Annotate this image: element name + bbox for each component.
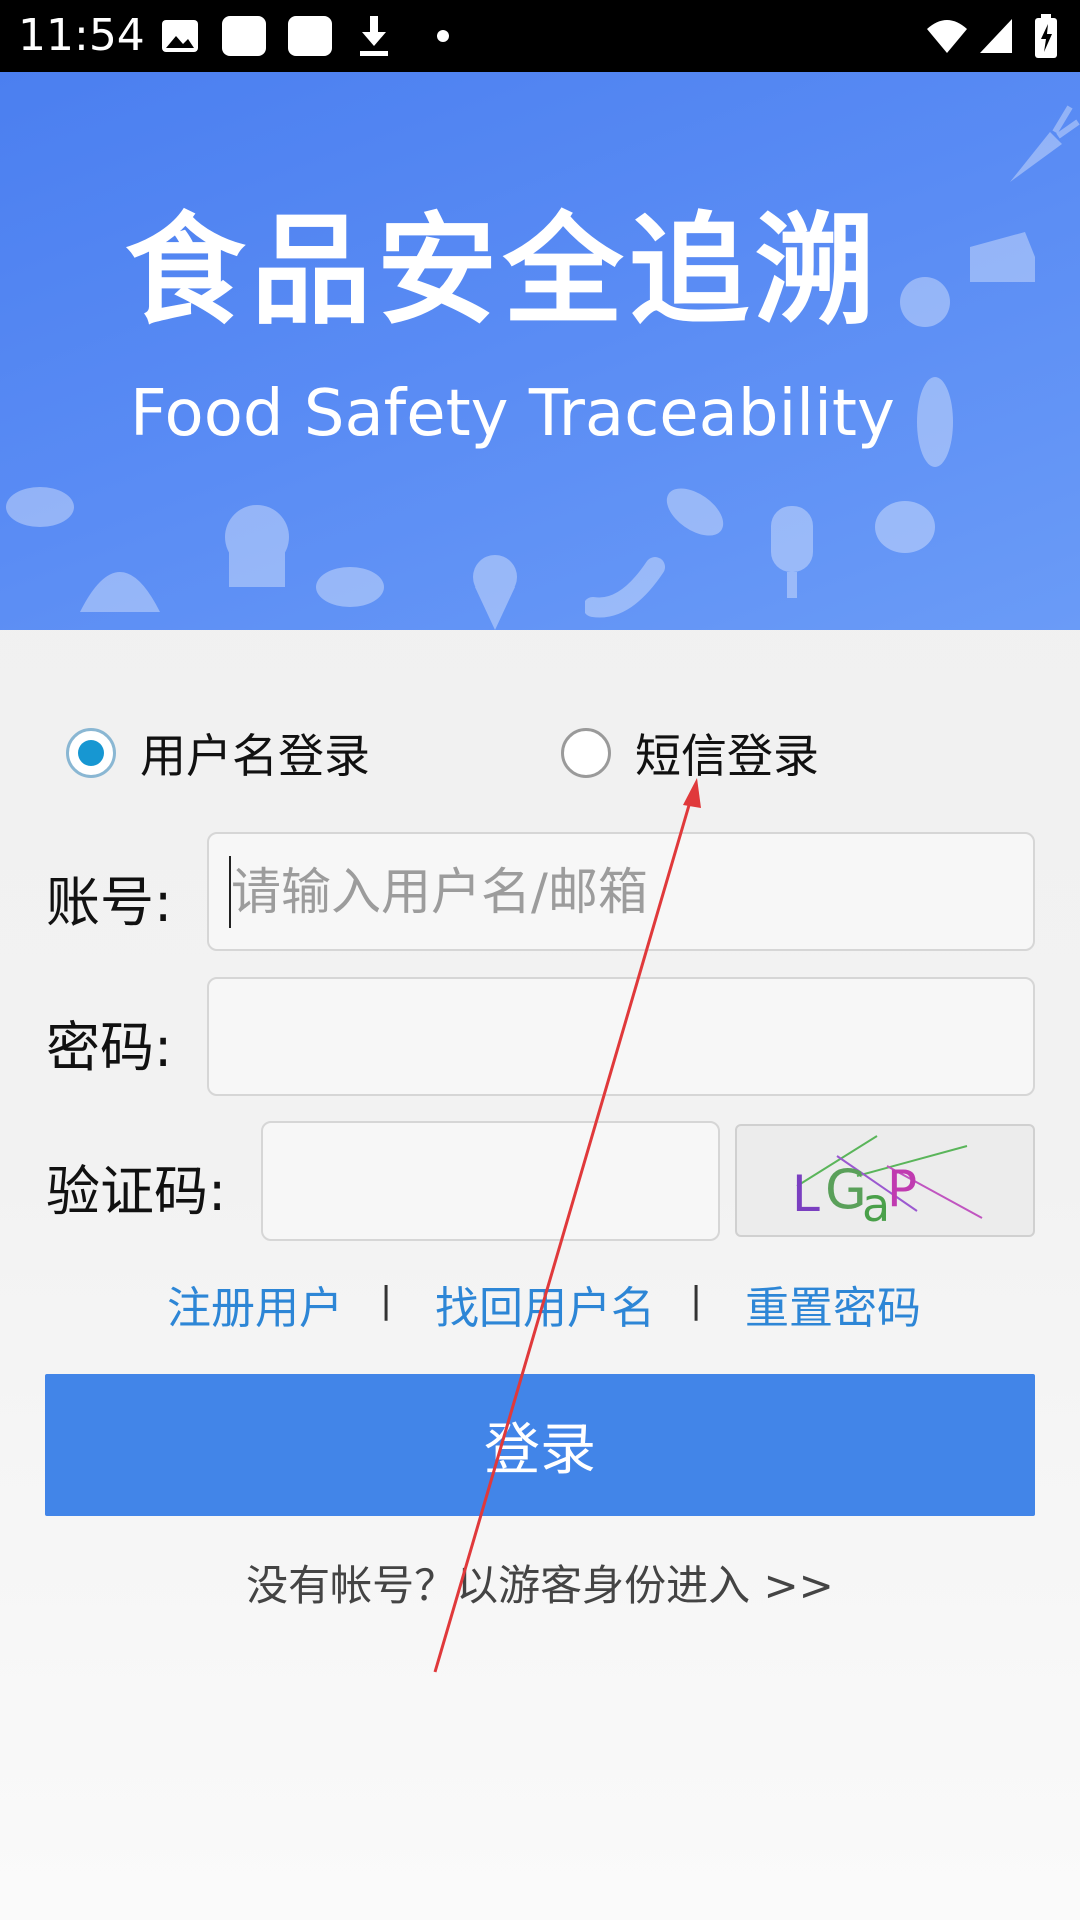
register-link[interactable]: 注册用户 [167,1272,343,1336]
radio-sms-login[interactable]: 短信登录 [561,718,819,788]
link-separator: | [380,1280,393,1321]
svg-text:a: a [862,1178,890,1232]
account-input[interactable] [209,834,1033,949]
carrot-icon [1010,105,1080,182]
recover-username-link[interactable]: 找回用户名 [435,1272,655,1336]
radio-label-sms: 短信登录 [635,729,819,783]
notification-box-icon [222,0,266,72]
captcha-input[interactable] [263,1123,718,1239]
radio-username-login[interactable]: 用户名登录 [66,718,370,788]
captcha-image[interactable]: L G a P [735,1124,1035,1237]
taco-icon [80,572,160,612]
lemon-icon [900,277,950,327]
reset-password-link[interactable]: 重置密码 [745,1272,921,1336]
link-separator: | [690,1280,703,1321]
header-banner: 食品安全追溯 Food Safety Traceability [0,72,1080,630]
password-input[interactable] [209,979,1033,1094]
banner-title: 食品安全追溯 [125,202,881,341]
corn-icon [917,377,953,467]
icecream-icon [473,555,517,630]
muffin-icon [225,505,289,587]
popsicle-icon [771,506,813,598]
sausage-icon [585,557,665,618]
radio-button-username[interactable] [66,728,116,778]
password-field[interactable] [207,977,1035,1096]
battery-charging-icon [1034,0,1058,72]
guest-entry-link[interactable]: 没有帐号？以游客身份进入 >> [0,1552,1080,1613]
signal-icon [978,0,1014,72]
svg-text:P: P [887,1160,917,1218]
account-field[interactable] [207,832,1035,951]
captcha-field[interactable] [261,1121,720,1241]
egg-icon [875,501,935,553]
banner-subtitle: Food Safety Traceability [130,377,895,451]
text-cursor [229,856,231,928]
account-links: 注册用户 | 找回用户名 | 重置密码 [0,1272,1080,1336]
status-time: 11:54 [18,10,145,61]
dot-icon [437,0,449,72]
image-icon [160,0,200,72]
fish-fillet-icon [666,488,724,536]
chicken-icon [316,567,384,607]
wifi-icon [925,0,969,72]
notification-box-icon [288,0,332,72]
captcha-label: 验证码: [46,1160,227,1223]
svg-text:G: G [825,1158,867,1221]
download-icon [356,0,392,72]
account-label: 账号: [46,871,173,934]
radio-label-username: 用户名登录 [140,729,370,783]
login-button[interactable]: 登录 [45,1374,1035,1516]
password-label: 密码: [46,1016,173,1079]
fish-icon [6,487,74,527]
svg-text:L: L [792,1165,820,1223]
cheese-icon [970,232,1035,282]
status-bar: 11:54 [0,0,1080,72]
radio-button-sms[interactable] [561,728,611,778]
